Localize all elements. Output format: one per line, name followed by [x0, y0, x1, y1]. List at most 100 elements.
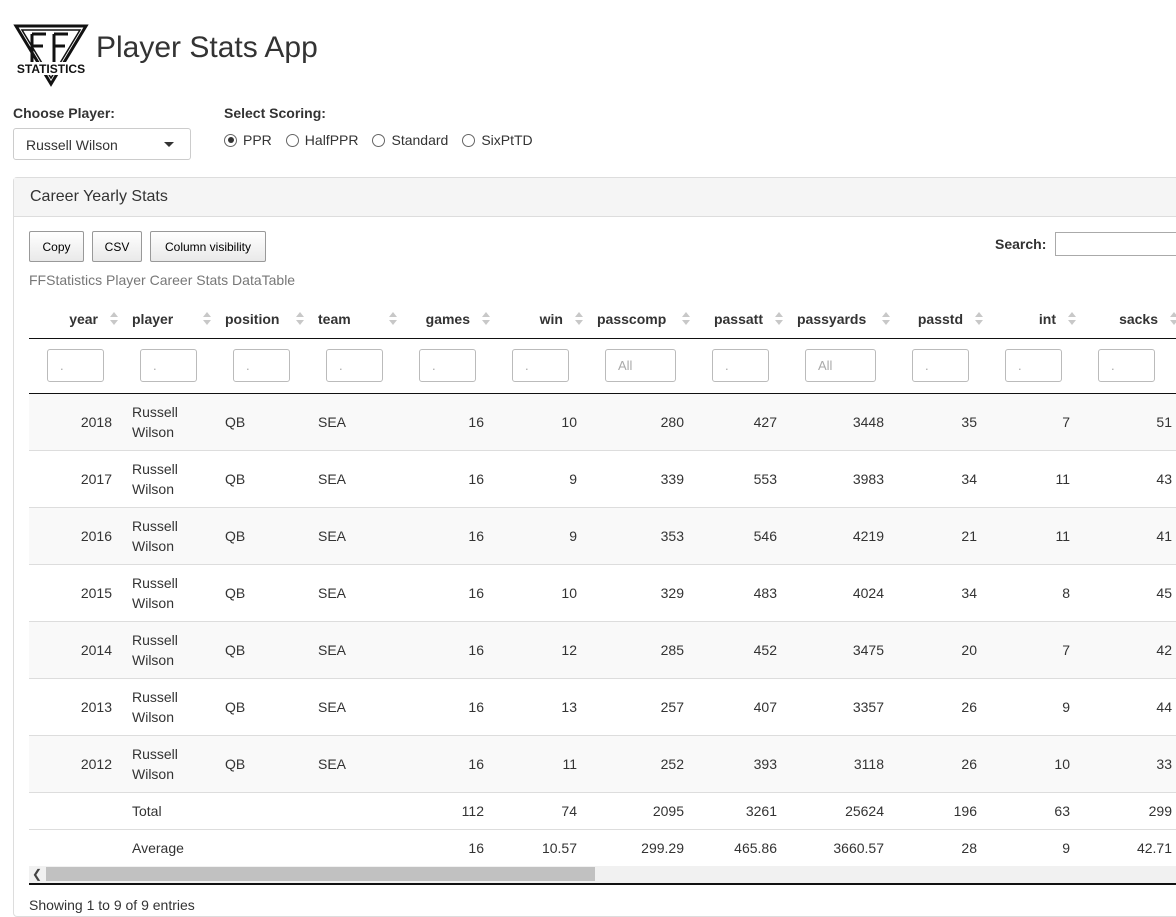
cell-int: 10 — [987, 735, 1080, 793]
player-select[interactable]: Russell Wilson — [13, 128, 191, 160]
column-header-int[interactable]: int — [987, 300, 1080, 339]
column-header-position[interactable]: position — [215, 300, 308, 339]
filter-cell: . — [987, 338, 1080, 394]
table-row[interactable]: 2017 Russell Wilson QB SEA 16 9 339 553 … — [29, 450, 1176, 508]
filter-input-passyards[interactable]: All — [805, 349, 876, 382]
header-row: year player position team games win pass… — [29, 300, 1176, 339]
sort-icon — [482, 312, 490, 326]
cell-passtd: 34 — [894, 564, 987, 622]
cell-player: Russell Wilson — [122, 621, 215, 679]
column-header-sacks[interactable]: sacks — [1080, 300, 1176, 339]
cell-team: SEA — [308, 507, 401, 565]
cell-sacks: 299 — [1080, 792, 1176, 830]
cell-team: SEA — [308, 735, 401, 793]
column-header-label: int — [1038, 310, 1056, 327]
column-visibility-button[interactable]: Column visibility — [150, 231, 266, 262]
filter-input-position[interactable]: . — [233, 349, 290, 382]
search-input[interactable] — [1055, 232, 1176, 256]
cell-year: 2014 — [29, 621, 122, 679]
filter-input-passtd[interactable]: . — [912, 349, 969, 382]
column-header-label: team — [318, 310, 351, 327]
column-header-team[interactable]: team — [308, 300, 401, 339]
table-row[interactable]: 2015 Russell Wilson QB SEA 16 10 329 483… — [29, 564, 1176, 622]
cell-passyards: 3475 — [787, 621, 894, 679]
cell-passtd: 26 — [894, 735, 987, 793]
filter-input-win[interactable]: . — [512, 349, 569, 382]
cell-year — [29, 829, 122, 867]
scoring-radio-group: PPR HalfPPR Standard SixPtTD — [224, 132, 547, 148]
column-header-passcomp[interactable]: passcomp — [587, 300, 694, 339]
cell-sacks: 45 — [1080, 564, 1176, 622]
cell-year: 2016 — [29, 507, 122, 565]
filter-input-player[interactable]: . — [140, 349, 197, 382]
filter-input-team[interactable]: . — [326, 349, 383, 382]
filter-input-passcomp[interactable]: All — [605, 349, 676, 382]
cell-team: SEA — [308, 621, 401, 679]
cell-passatt: 553 — [694, 450, 787, 508]
column-header-player[interactable]: player — [122, 300, 215, 339]
cell-passcomp: 353 — [587, 507, 694, 565]
copy-button[interactable]: Copy — [29, 231, 84, 262]
radio-halfppr[interactable]: HalfPPR — [285, 132, 358, 148]
column-header-label: player — [132, 310, 174, 327]
caret-down-icon — [164, 142, 174, 147]
table-row[interactable]: 2016 Russell Wilson QB SEA 16 9 353 546 … — [29, 507, 1176, 565]
cell-position: QB — [215, 393, 308, 451]
filter-row: . . . . . . All . All . . . — [29, 338, 1176, 394]
filter-input-games[interactable]: . — [419, 349, 476, 382]
cell-player: Russell Wilson — [122, 393, 215, 451]
filter-cell: . — [1080, 338, 1176, 394]
radio-ppr[interactable]: PPR — [224, 132, 272, 148]
cell-int: 11 — [987, 507, 1080, 565]
cell-games: 16 — [401, 621, 494, 679]
filter-input-int[interactable]: . — [1005, 349, 1062, 382]
cell-sacks: 44 — [1080, 678, 1176, 736]
cell-passyards: 25624 — [787, 792, 894, 830]
table-row[interactable]: 2013 Russell Wilson QB SEA 16 13 257 407… — [29, 678, 1176, 736]
filter-cell: All — [587, 338, 694, 394]
cell-win: 10 — [494, 393, 587, 451]
scrollbar-thumb[interactable] — [46, 867, 595, 881]
column-header-games[interactable]: games — [401, 300, 494, 339]
cell-team: SEA — [308, 393, 401, 451]
average-row: Average 16 10.57 299.29 465.86 3660.57 2… — [29, 829, 1176, 867]
column-header-year[interactable]: year — [29, 300, 122, 339]
radio-standard[interactable]: Standard — [372, 132, 448, 148]
cell-year: 2018 — [29, 393, 122, 451]
cell-passatt: 393 — [694, 735, 787, 793]
horizontal-scrollbar[interactable]: ❮ — [29, 866, 1176, 885]
table-row[interactable]: 2012 Russell Wilson QB SEA 16 11 252 393… — [29, 735, 1176, 793]
radio-sixpttd[interactable]: SixPtTD — [462, 132, 533, 148]
table-row[interactable]: 2018 Russell Wilson QB SEA 16 10 280 427… — [29, 393, 1176, 451]
cell-passatt: 465.86 — [694, 829, 787, 867]
cell-passtd: 26 — [894, 678, 987, 736]
filter-cell: All — [787, 338, 894, 394]
column-header-passtd[interactable]: passtd — [894, 300, 987, 339]
filter-input-year[interactable]: . — [47, 349, 104, 382]
csv-button[interactable]: CSV — [92, 231, 142, 262]
search-label: Search: — [995, 236, 1047, 252]
column-header-passyards[interactable]: passyards — [787, 300, 894, 339]
column-header-win[interactable]: win — [494, 300, 587, 339]
cell-year — [29, 792, 122, 830]
filter-input-sacks[interactable]: . — [1098, 349, 1155, 382]
cell-team: SEA — [308, 450, 401, 508]
column-header-label: passatt — [713, 310, 763, 327]
cell-passyards: 3660.57 — [787, 829, 894, 867]
sort-icon — [775, 312, 783, 326]
cell-player: Russell Wilson — [122, 735, 215, 793]
sort-icon — [110, 312, 118, 326]
cell-games: 16 — [401, 829, 494, 867]
cell-games: 112 — [401, 792, 494, 830]
scroll-left-arrow-icon[interactable]: ❮ — [32, 867, 42, 881]
column-header-passatt[interactable]: passatt — [694, 300, 787, 339]
radio-label: SixPtTD — [481, 132, 533, 148]
cell-position: QB — [215, 507, 308, 565]
filter-cell: . — [894, 338, 987, 394]
cell-games: 16 — [401, 735, 494, 793]
filter-input-passatt[interactable]: . — [712, 349, 769, 382]
table-row[interactable]: 2014 Russell Wilson QB SEA 16 12 285 452… — [29, 621, 1176, 679]
total-row: Total 112 74 2095 3261 25624 196 63 299 — [29, 792, 1176, 830]
sort-icon — [203, 312, 211, 326]
cell-passcomp: 252 — [587, 735, 694, 793]
